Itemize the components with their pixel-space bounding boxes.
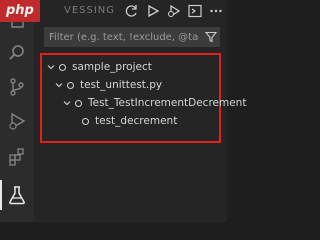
tree-item-label: test_unittest.py [80, 79, 163, 91]
extensions-icon[interactable] [0, 140, 34, 174]
debug-all-icon[interactable] [167, 4, 181, 18]
search-icon[interactable] [0, 36, 34, 70]
chevron-down-icon[interactable] [45, 61, 57, 73]
tree-item-label: Test_TestIncrementDecrement [88, 97, 247, 109]
testing-icon[interactable] [0, 178, 34, 212]
tree-item-project[interactable]: sample_project [45, 58, 152, 76]
activity-bar [0, 0, 34, 222]
tree-item-label: sample_project [72, 61, 152, 73]
chevron-down-icon[interactable] [61, 97, 73, 109]
header-title: VESSING [64, 5, 116, 16]
test-tree: sample_project test_unittest.py Test_Tes… [40, 53, 246, 143]
test-filter-input[interactable] [45, 28, 203, 46]
more-icon[interactable] [209, 4, 223, 18]
run-debug-icon[interactable] [0, 104, 34, 138]
test-status-circle-icon [65, 80, 75, 90]
test-status-circle-icon [73, 98, 83, 108]
watermark-logo: php [0, 0, 40, 22]
run-all-icon[interactable] [146, 4, 160, 18]
test-filter-box[interactable] [44, 27, 220, 47]
tree-item-test[interactable]: test_decrement [80, 112, 177, 130]
refresh-icon[interactable] [125, 4, 139, 18]
test-status-circle-icon [80, 116, 90, 126]
chevron-down-icon[interactable] [53, 79, 65, 91]
source-control-icon[interactable] [0, 70, 34, 104]
tree-item-class[interactable]: Test_TestIncrementDecrement [61, 94, 246, 112]
filter-icon[interactable] [203, 28, 219, 46]
terminal-icon[interactable] [188, 4, 202, 18]
tree-item-file[interactable]: test_unittest.py [53, 76, 162, 94]
test-toolbar [125, 0, 223, 22]
sidebar-header: VESSING [34, 0, 227, 22]
tree-item-label: test_decrement [95, 115, 178, 127]
test-status-circle-icon [57, 62, 67, 72]
